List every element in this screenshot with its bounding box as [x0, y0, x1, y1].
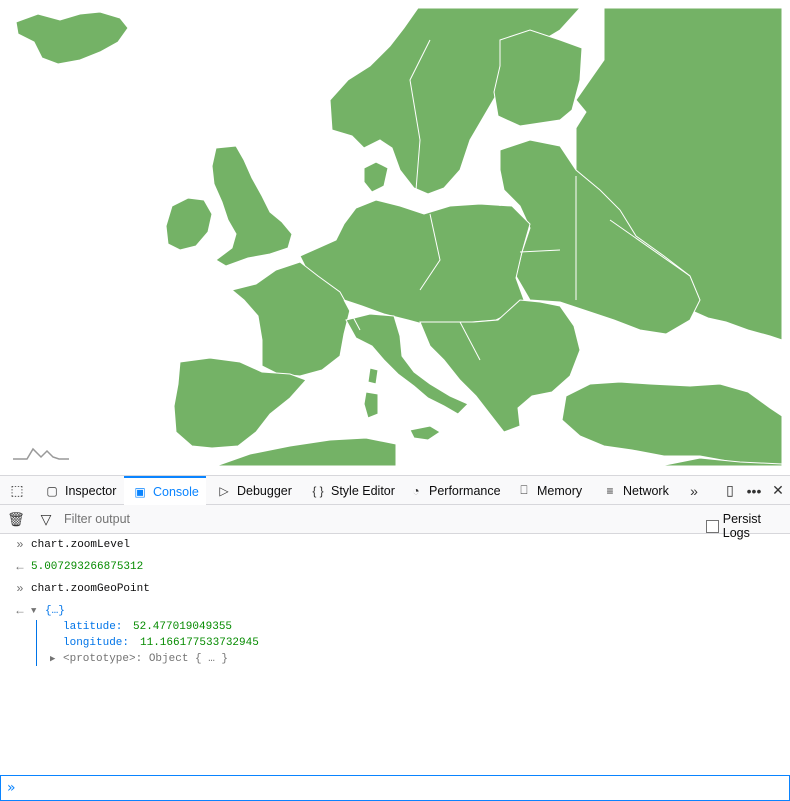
tab-label: Console: [153, 484, 199, 499]
filter-toggle-button[interactable]: ▽: [36, 505, 56, 533]
style-editor-icon: { }: [312, 483, 324, 498]
more-tabs-button[interactable]: »: [682, 476, 706, 505]
tab-memory[interactable]: ⎕ Memory: [514, 476, 592, 505]
tab-console[interactable]: ▣ Console: [124, 476, 206, 505]
tab-label: Debugger: [237, 483, 292, 498]
property-value: 11.166177533732945: [140, 637, 259, 649]
ellipsis-icon: •••: [746, 482, 762, 499]
clear-console-button[interactable]: 🗑: [6, 505, 26, 533]
funnel-icon: ▽: [40, 510, 52, 527]
input-prompt-icon: »: [7, 780, 16, 796]
console-result-line: ← ▼ {…}: [0, 603, 790, 619]
element-picker-button[interactable]: ⬚: [6, 476, 28, 505]
close-icon: ✕: [772, 482, 784, 498]
property-value: 52.477019049355: [133, 621, 233, 633]
tab-performance[interactable]: ◔ Performance: [404, 476, 508, 505]
tab-label: Inspector: [65, 483, 117, 498]
memory-icon: ⎕: [520, 483, 528, 497]
tab-label: Memory: [537, 483, 583, 498]
map-region-turkey[interactable]: [561, 381, 783, 465]
map-region-sicily[interactable]: [409, 425, 441, 441]
collapse-triangle-icon[interactable]: ▶: [50, 651, 55, 667]
close-devtools-button[interactable]: ✕: [768, 476, 788, 505]
object-property-row: longitude: 11.166177533732945: [0, 635, 790, 651]
property-key: longitude:: [63, 637, 130, 649]
europe-map[interactable]: [0, 0, 790, 475]
amcharts-logo-icon[interactable]: [13, 444, 69, 462]
network-icon: ≡: [606, 483, 614, 498]
console-result-line: ← 5.007293266875312: [0, 559, 790, 575]
trash-icon: 🗑: [7, 510, 25, 527]
expand-triangle-icon[interactable]: ▼: [31, 603, 36, 619]
tab-label: Performance: [429, 483, 501, 498]
property-key: latitude:: [63, 621, 123, 633]
result-arrow-icon: ←: [16, 604, 24, 618]
object-prototype-row[interactable]: ▶ <prototype>: Object { … }: [0, 651, 790, 667]
chevron-double-right-icon: »: [690, 482, 698, 499]
console-icon: ▣: [134, 484, 146, 499]
performance-icon: ◔: [412, 483, 420, 498]
prototype-label: <prototype>: Object { … }: [63, 653, 229, 665]
dock-icon: ▯: [726, 482, 734, 498]
filter-output-input[interactable]: [60, 509, 468, 529]
devtools-panel: ⬚ ▢ Inspector ▣ Console ▷ Debugger { } S…: [0, 475, 790, 801]
debugger-icon: ▷: [219, 483, 229, 498]
checkbox-box[interactable]: [706, 519, 719, 533]
element-picker-icon: ⬚: [10, 482, 24, 498]
console-input-bar[interactable]: »: [0, 775, 790, 801]
tab-label: Network: [623, 483, 669, 498]
dock-options-button[interactable]: ▯: [720, 476, 740, 505]
tab-debugger[interactable]: ▷ Debugger: [212, 476, 300, 505]
tab-inspector[interactable]: ▢ Inspector: [38, 476, 122, 505]
map-region-sardinia[interactable]: [363, 391, 379, 419]
console-filter-bar: 🗑 ▽ Persist Logs: [0, 505, 790, 540]
devtools-toolbar: ⬚ ▢ Inspector ▣ Console ▷ Debugger { } S…: [0, 475, 790, 505]
tab-style-editor[interactable]: { } Style Editor: [306, 476, 400, 505]
console-input[interactable]: [27, 779, 771, 799]
console-command: chart.zoomLevel: [31, 539, 131, 551]
map-region-finland[interactable]: [493, 29, 583, 127]
object-preview[interactable]: {…}: [45, 603, 65, 619]
input-prompt-icon: »: [16, 538, 24, 552]
console-input-line: » chart.zoomLevel: [0, 537, 790, 553]
result-arrow-icon: ←: [16, 560, 24, 574]
tab-label: Style Editor: [331, 483, 395, 498]
console-output: » chart.zoomLevel ← 5.007293266875312 » …: [0, 534, 790, 774]
map-chart[interactable]: [0, 0, 790, 475]
map-region-great-britain[interactable]: [211, 145, 293, 267]
tab-network[interactable]: ≡ Network: [600, 476, 678, 505]
object-property-row: latitude: 52.477019049355: [0, 619, 790, 635]
console-result-number: 5.007293266875312: [31, 561, 144, 573]
map-region-iceland[interactable]: [15, 11, 129, 65]
map-region-ireland[interactable]: [165, 197, 213, 251]
inspector-icon: ▢: [46, 483, 58, 498]
input-prompt-icon: »: [16, 582, 24, 596]
console-input-line: » chart.zoomGeoPoint: [0, 581, 790, 597]
console-command: chart.zoomGeoPoint: [31, 583, 150, 595]
overflow-menu-button[interactable]: •••: [743, 476, 765, 505]
map-region-denmark[interactable]: [363, 161, 389, 193]
map-region-corsica[interactable]: [367, 367, 379, 385]
